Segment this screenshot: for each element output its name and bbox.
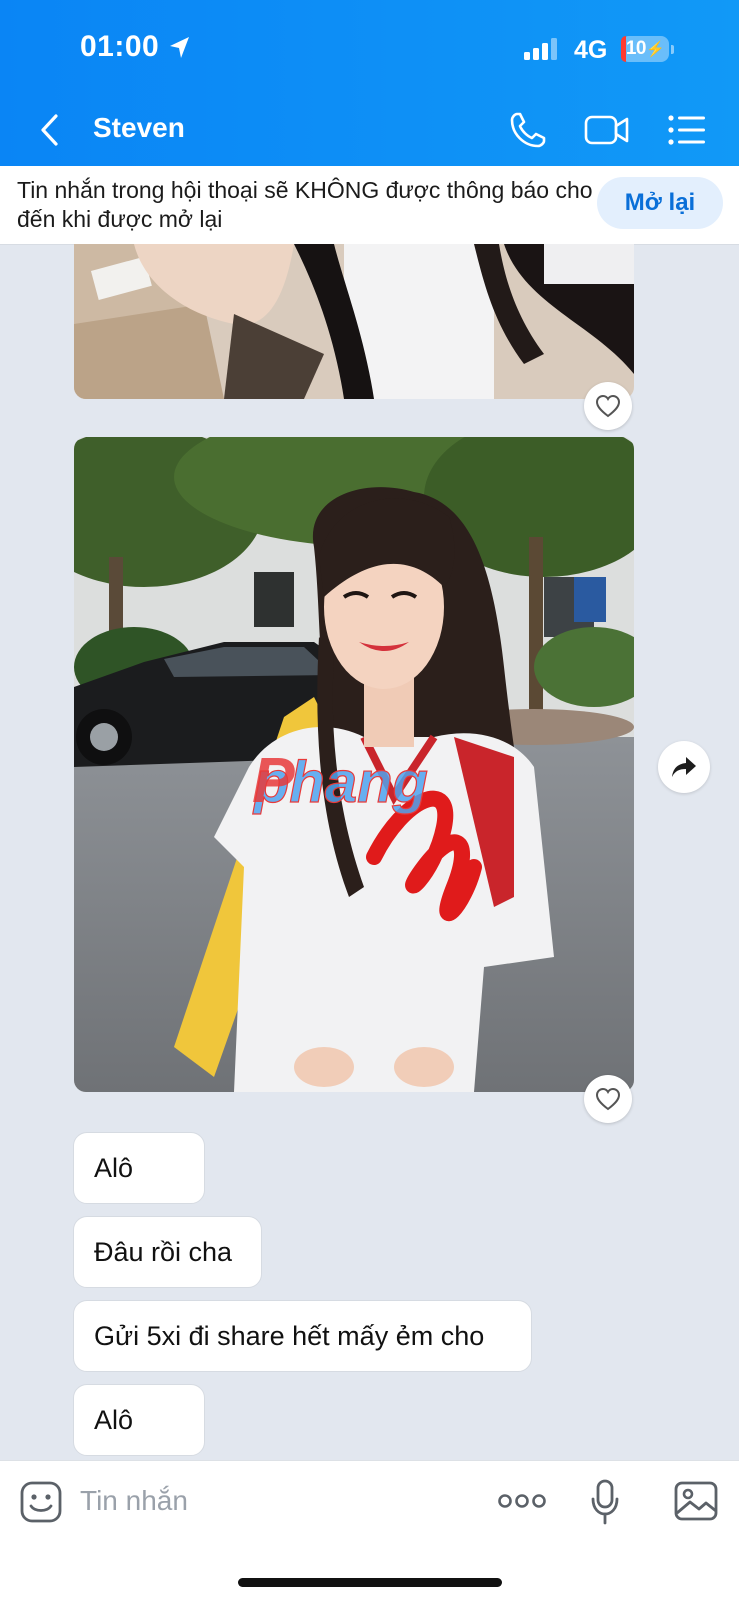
forward-button[interactable] [658,741,710,793]
list-menu-icon[interactable] [668,112,706,148]
status-time: 01:00 [80,30,160,63]
location-arrow-icon [170,37,189,58]
back-chevron-icon[interactable] [34,112,64,148]
network-type: 4G [574,36,608,64]
svg-text:P: P [252,744,295,816]
photo-image: phang P [74,437,634,1092]
react-heart-button[interactable] [584,382,632,430]
photo-image [74,244,634,399]
chat-header: 01:00 4G 10 ⚡ Steven [0,0,739,166]
cellular-signal-icon [524,38,557,60]
mute-notice-text: Tin nhắn trong hội thoại sẽ KHÔNG được t… [17,177,593,232]
text-message-bubble[interactable]: Alô [73,1384,205,1456]
text-message-bubble[interactable]: Gửi 5xi đi share hết mấy ẻm cho [73,1300,532,1372]
reopen-notifications-button[interactable]: Mở lại [597,177,723,229]
battery-level: 10 [625,38,647,59]
text-message-bubble[interactable]: Đâu rồi cha [73,1216,262,1288]
home-indicator [238,1578,502,1587]
contact-name[interactable]: Steven [93,112,185,144]
phone-icon[interactable] [508,110,548,150]
image-message[interactable]: phang P [74,437,634,1092]
heart-icon [595,1087,621,1111]
battery-icon: 10 ⚡ [621,36,674,62]
react-heart-button[interactable] [584,1075,632,1123]
charging-bolt-icon: ⚡ [645,41,665,58]
image-message[interactable] [74,244,634,399]
microphone-icon[interactable] [590,1479,620,1525]
heart-icon [595,394,621,418]
more-dots-icon[interactable] [498,1491,546,1511]
text-message-bubble[interactable]: Alô [73,1132,205,1204]
sticker-emoji-icon[interactable] [20,1481,62,1523]
mute-notice-banner: Tin nhắn trong hội thoại sẽ KHÔNG được t… [0,166,739,245]
gallery-icon[interactable] [674,1481,718,1521]
message-input[interactable] [80,1479,460,1523]
forward-arrow-icon [672,757,696,777]
video-camera-icon[interactable] [584,112,630,148]
